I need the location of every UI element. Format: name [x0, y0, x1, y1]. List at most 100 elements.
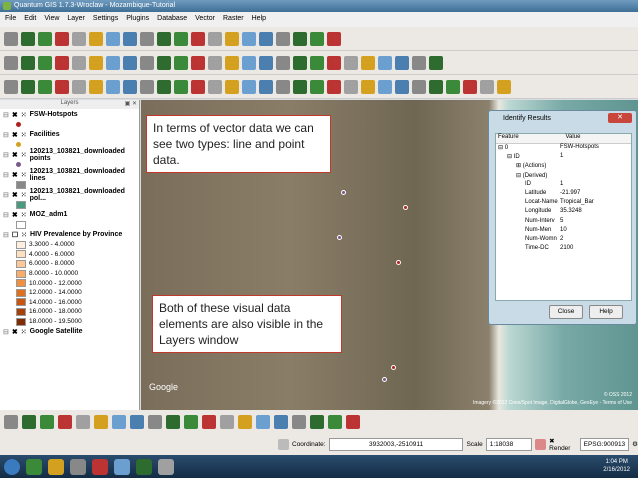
toolbar-tool-icon[interactable] — [130, 414, 144, 429]
toolbar-tool-icon[interactable] — [412, 79, 426, 94]
toolbar-tool-icon[interactable] — [4, 31, 18, 46]
toolbar-tool-icon[interactable] — [72, 31, 86, 46]
toolbar-tool-icon[interactable] — [480, 79, 494, 94]
result-row[interactable]: Num-Womn 2 — [496, 236, 631, 245]
toolbar-tool-icon[interactable] — [463, 79, 477, 94]
toolbar-tool-icon[interactable] — [346, 414, 360, 429]
render-checkbox[interactable]: ✖ Render — [549, 437, 576, 452]
toolbar-tool-icon[interactable] — [220, 414, 234, 429]
visibility-checkbox[interactable]: ✖ — [12, 171, 18, 179]
menu-plugins[interactable]: Plugins — [126, 15, 149, 24]
acrobat-icon[interactable] — [114, 458, 130, 475]
toolbar-tool-icon[interactable] — [310, 31, 324, 46]
toolbar-tool-icon[interactable] — [148, 414, 162, 429]
layer-item[interactable]: ⊟ ✖ ⁙ Google Satellite — [0, 326, 139, 337]
toolbar-tool-icon[interactable] — [157, 31, 171, 46]
toolbar-tool-icon[interactable] — [166, 414, 180, 429]
toolbar-tool-icon[interactable] — [191, 55, 205, 70]
toolbar-tool-icon[interactable] — [106, 79, 120, 94]
toolbar-tool-icon[interactable] — [238, 414, 252, 429]
toolbar-tool-icon[interactable] — [242, 55, 256, 70]
hotspot-point[interactable] — [396, 260, 401, 265]
coordinate-toggle-icon[interactable] — [278, 438, 289, 450]
panel-float-close-buttons[interactable]: ▣ ✕ — [125, 100, 137, 107]
toolbar-tool-icon[interactable] — [76, 414, 90, 429]
app-icon[interactable] — [158, 458, 174, 475]
toolbar-tool-icon[interactable] — [327, 79, 341, 94]
toolbar-tool-icon[interactable] — [40, 414, 54, 429]
toolbar-tool-icon[interactable] — [395, 79, 409, 94]
toolbar-tool-icon[interactable] — [123, 55, 137, 70]
toolbar-tool-icon[interactable] — [225, 55, 239, 70]
menu-vector[interactable]: Vector — [195, 15, 215, 24]
toolbar-tool-icon[interactable] — [191, 79, 205, 94]
toolbar-tool-icon[interactable] — [72, 55, 86, 70]
visibility-checkbox[interactable]: ✖ — [12, 211, 18, 219]
toolbar-tool-icon[interactable] — [361, 79, 375, 94]
toolbar-tool-icon[interactable] — [327, 55, 341, 70]
visibility-checkbox[interactable]: ✖ — [12, 131, 18, 139]
toolbar-tool-icon[interactable] — [276, 79, 290, 94]
hotspot-point[interactable] — [391, 365, 396, 370]
toolbar-tool-icon[interactable] — [55, 79, 69, 94]
toolbar-tool-icon[interactable] — [344, 79, 358, 94]
toolbar-tool-icon[interactable] — [208, 79, 222, 94]
layer-item[interactable]: ⊟ ✖ ⁙ 120213_103821_downloaded points — [0, 148, 139, 162]
close-button[interactable]: Close — [549, 305, 583, 319]
layer-item[interactable]: ⊟ ✖ ⁙ MOZ_adm1 — [0, 209, 139, 220]
toolbar-tool-icon[interactable] — [94, 414, 108, 429]
toolbar-tool-icon[interactable] — [378, 79, 392, 94]
toolbar-tool-icon[interactable] — [328, 414, 342, 429]
map-attribution[interactable]: Imagery ©2012 Cnes/Spot Image, DigitalGl… — [473, 400, 632, 406]
toolbar-tool-icon[interactable] — [429, 55, 443, 70]
result-row[interactable]: Longitude 35.3248 — [496, 208, 631, 217]
start-button[interactable] — [4, 458, 20, 475]
toolbar-tool-icon[interactable] — [361, 55, 375, 70]
toolbar-tool-icon[interactable] — [89, 55, 103, 70]
toolbar-tool-icon[interactable] — [310, 55, 324, 70]
toolbar-tool-icon[interactable] — [22, 414, 36, 429]
menu-file[interactable]: File — [5, 15, 16, 24]
menu-help[interactable]: Help — [252, 15, 266, 24]
scale-field[interactable]: 1:18038 — [485, 437, 533, 451]
toolbar-tool-icon[interactable] — [259, 55, 273, 70]
visibility-checkbox[interactable]: ✖ — [12, 111, 18, 119]
toolbar-tool-icon[interactable] — [310, 414, 324, 429]
downloaded-point[interactable] — [382, 377, 387, 382]
toolbar-tool-icon[interactable] — [21, 79, 35, 94]
expand-icon[interactable]: ⊟ — [3, 231, 9, 239]
toolbar-tool-icon[interactable] — [89, 31, 103, 46]
media-icon[interactable] — [92, 458, 108, 475]
toolbar-tool-icon[interactable] — [293, 31, 307, 46]
toolbar-tool-icon[interactable] — [242, 79, 256, 94]
menu-raster[interactable]: Raster — [223, 15, 244, 24]
downloaded-point[interactable] — [341, 190, 346, 195]
toolbar-tool-icon[interactable] — [21, 55, 35, 70]
toolbar-tool-icon[interactable] — [72, 79, 86, 94]
stop-render-icon[interactable] — [535, 438, 547, 450]
explorer-icon[interactable] — [70, 458, 86, 475]
visibility-checkbox[interactable]: ✖ — [12, 191, 18, 199]
toolbar-tool-icon[interactable] — [225, 79, 239, 94]
toolbar-tool-icon[interactable] — [378, 55, 392, 70]
toolbar-tool-icon[interactable] — [293, 55, 307, 70]
toolbar-tool-icon[interactable] — [4, 55, 18, 70]
toolbar-tool-icon[interactable] — [276, 31, 290, 46]
result-row[interactable]: Time-DC 2100 — [496, 245, 631, 254]
toolbar-tool-icon[interactable] — [242, 31, 256, 46]
toolbar-tool-icon[interactable] — [55, 31, 69, 46]
toolbar-tool-icon[interactable] — [174, 55, 188, 70]
visibility-checkbox[interactable]: ✖ — [12, 328, 18, 336]
expand-icon[interactable]: ⊟ — [3, 191, 9, 199]
toolbar-tool-icon[interactable] — [106, 55, 120, 70]
result-row[interactable]: Num-Interv 5 — [496, 218, 631, 227]
hotspot-point[interactable] — [403, 205, 408, 210]
menu-database[interactable]: Database — [157, 15, 187, 24]
result-row[interactable]: ⊟ 0 FSW-Hotspots — [496, 144, 631, 153]
toolbar-tool-icon[interactable] — [225, 31, 239, 46]
toolbar-tool-icon[interactable] — [497, 79, 511, 94]
toolbar-tool-icon[interactable] — [55, 55, 69, 70]
toolbar-tool-icon[interactable] — [276, 55, 290, 70]
qgis-icon[interactable] — [136, 458, 152, 475]
toolbar-tool-icon[interactable] — [38, 79, 52, 94]
